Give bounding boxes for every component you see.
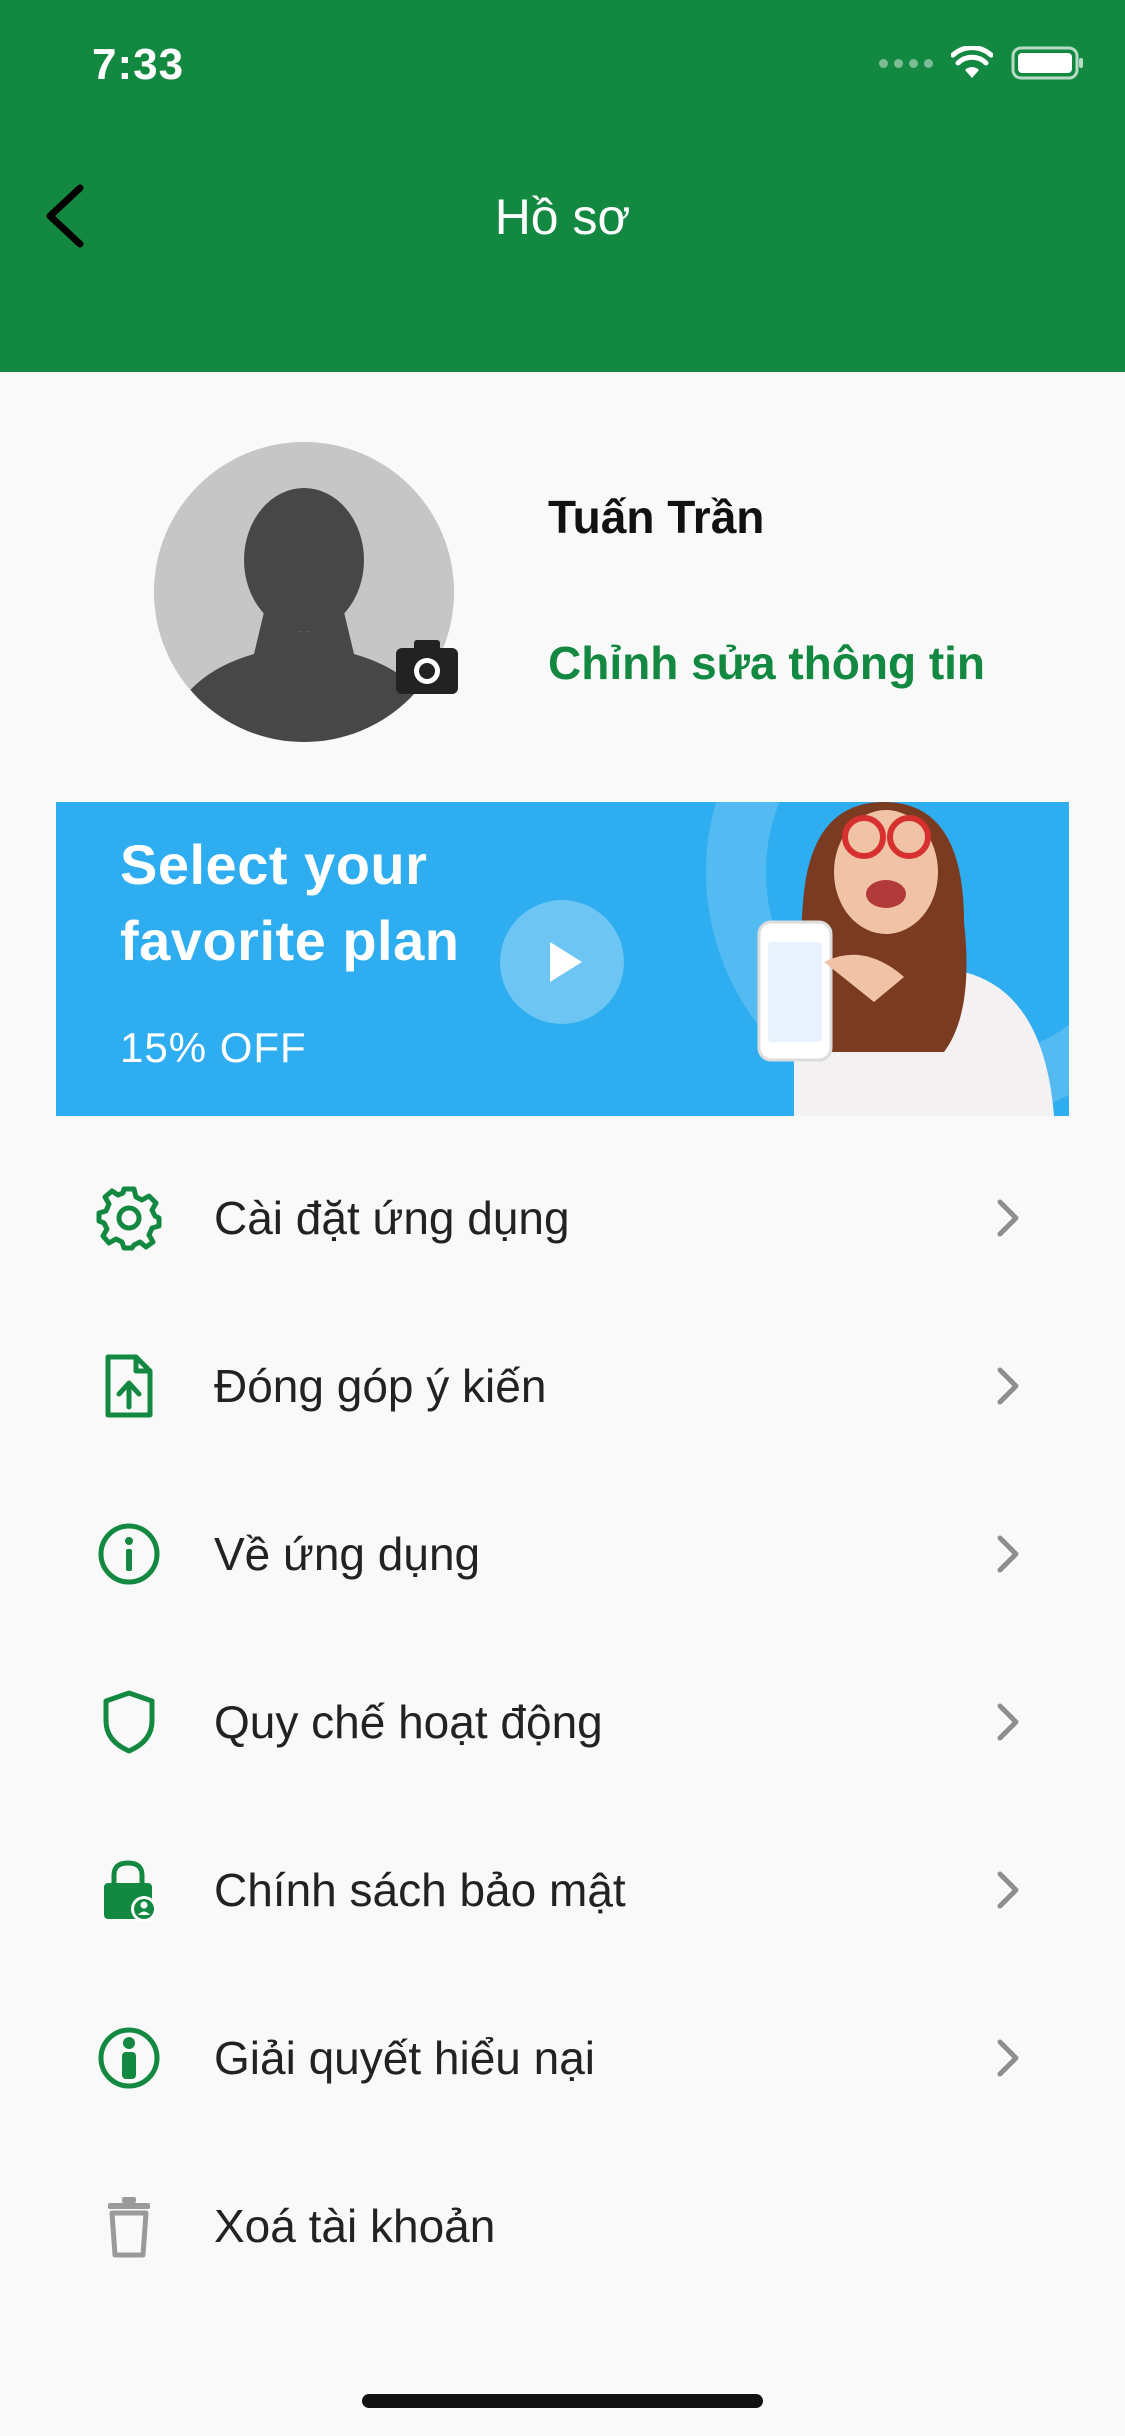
settings-menu: Cài đặt ứng dụng Đóng góp ý kiến Về ứng …	[0, 1134, 1125, 2310]
play-icon[interactable]	[498, 898, 626, 1026]
trash-icon	[108, 2197, 150, 2258]
chevron-right-icon	[997, 1367, 1019, 1405]
menu-item-label: Chính sách bảo mật	[214, 1864, 626, 1916]
menu-item-label: Quy chế hoạt động	[214, 1696, 603, 1748]
menu-item-label: Về ứng dụng	[214, 1528, 481, 1580]
banner-headline-2: favorite plan	[120, 909, 460, 972]
menu-item-feedback[interactable]: Đóng góp ý kiến	[0, 1302, 1125, 1470]
file-upload-icon	[105, 1354, 153, 1418]
home-indicator	[362, 2394, 763, 2408]
chevron-right-icon	[997, 1703, 1019, 1741]
avatar[interactable]	[154, 442, 454, 742]
page-title: Hồ sơ	[494, 189, 631, 245]
promo-person-image	[757, 802, 1054, 1116]
edit-profile-link[interactable]: Chỉnh sửa thông tin	[548, 636, 985, 690]
info-icon	[98, 1523, 160, 1585]
menu-item-label: Cài đặt ứng dụng	[214, 1192, 570, 1244]
profile-section: Tuấn Trần Chỉnh sửa thông tin	[0, 372, 1125, 792]
user-name: Tuấn Trần	[548, 491, 765, 543]
lock-user-icon	[104, 1860, 157, 1922]
gear-icon	[96, 1186, 162, 1251]
camera-icon[interactable]	[394, 636, 460, 696]
status-time: 7:33	[92, 40, 185, 89]
user-silhouette-icon	[154, 442, 454, 742]
menu-item-delete-account[interactable]: Xoá tài khoản	[0, 2142, 1125, 2310]
chevron-right-icon	[997, 2039, 1019, 2077]
menu-item-app-settings[interactable]: Cài đặt ứng dụng	[0, 1134, 1125, 1302]
menu-item-about[interactable]: Về ứng dụng	[0, 1470, 1125, 1638]
menu-item-label: Đóng góp ý kiến	[214, 1360, 547, 1412]
chevron-right-icon	[997, 1199, 1019, 1237]
status-icons	[879, 46, 1085, 80]
wifi-icon	[951, 46, 993, 78]
shield-icon	[103, 1690, 155, 1754]
banner-headline-1: Select your	[120, 833, 428, 896]
signal-icon	[879, 58, 933, 68]
menu-item-privacy-policy[interactable]: Chính sách bảo mật	[0, 1806, 1125, 1974]
menu-item-label: Xoá tài khoản	[214, 2200, 496, 2252]
menu-item-operating-rules[interactable]: Quy chế hoạt động	[0, 1638, 1125, 1806]
menu-item-complaints[interactable]: Giải quyết hiểu nại	[0, 1974, 1125, 2142]
app-header: 7:33 Hồ sơ	[0, 0, 1125, 372]
promo-banner[interactable]: Select your favorite plan 15% OFF	[56, 802, 1069, 1116]
chevron-right-icon	[997, 1535, 1019, 1573]
person-info-icon	[98, 2027, 160, 2089]
menu-item-label: Giải quyết hiểu nại	[214, 2032, 596, 2084]
chevron-right-icon	[997, 1871, 1019, 1909]
banner-discount: 15% OFF	[120, 1024, 307, 1071]
battery-icon	[1011, 46, 1083, 80]
